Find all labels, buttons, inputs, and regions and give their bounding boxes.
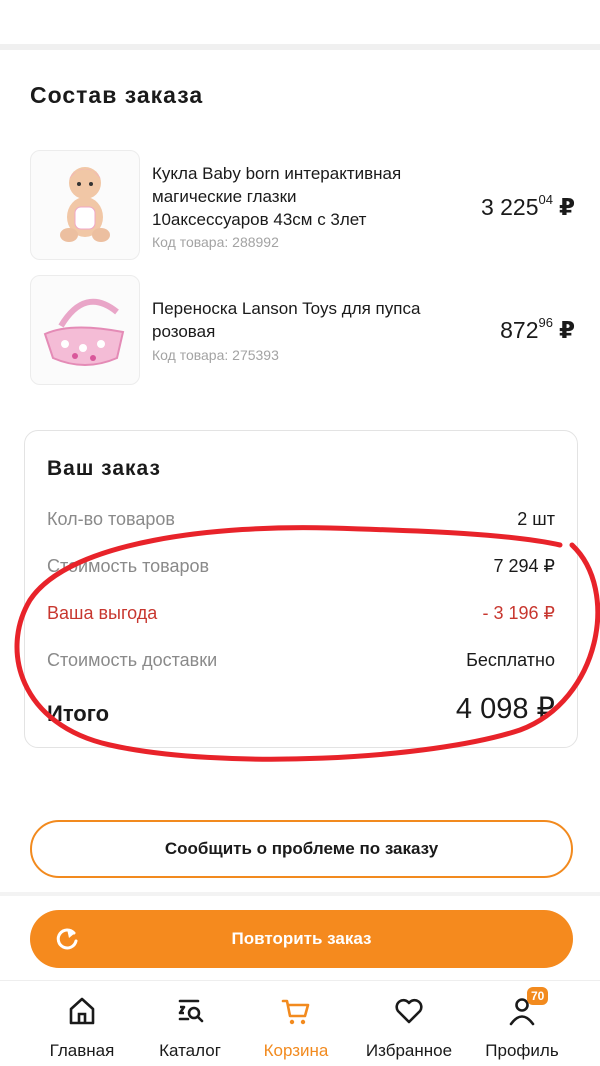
repeat-order-button[interactable]: Повторить заказ	[30, 910, 573, 968]
product-image[interactable]	[30, 275, 140, 385]
summary-label: Кол-во товаров	[47, 509, 175, 529]
summary-label: Стоимость доставки	[47, 650, 218, 670]
summary-title: Ваш заказ	[47, 457, 161, 480]
tab-label: Каталог	[159, 1041, 221, 1060]
summary-value: Бесплатно	[466, 650, 555, 670]
heart-icon	[395, 998, 423, 1024]
total-value: 4 098 ₽	[455, 693, 555, 725]
report-problem-button[interactable]: Сообщить о проблеме по заказу	[30, 820, 573, 878]
home-icon	[69, 997, 95, 1025]
summary-row-benefit: Ваша выгода - 3 196 ₽	[47, 603, 555, 633]
carrier-image	[43, 298, 125, 366]
product-price: 87296 ₽	[500, 315, 575, 343]
cart-icon	[281, 999, 310, 1025]
order-item[interactable]: Кукла Baby born интерактивная магические…	[30, 150, 575, 260]
summary-row-items-cost: Стоимость товаров 7 294 ₽	[47, 556, 555, 586]
bottom-tab-bar: Главная Каталог Корзина Избранное 70 Про…	[0, 980, 600, 1066]
tab-favorites[interactable]: Избранное	[349, 981, 469, 1066]
tab-profile[interactable]: 70 Профиль	[462, 981, 582, 1066]
tab-label: Профиль	[485, 1041, 559, 1060]
tab-label: Избранное	[365, 1041, 453, 1060]
repeat-order-label: Повторить заказ	[231, 929, 372, 948]
product-code: Код товара: 288992	[152, 234, 279, 250]
tab-catalog[interactable]: Каталог	[130, 981, 250, 1066]
catalog-icon	[178, 999, 204, 1023]
product-name[interactable]: Кукла Baby born интерактивная магические…	[152, 162, 401, 231]
report-problem-label: Сообщить о проблеме по заказу	[164, 839, 439, 858]
summary-row-total: Итого 4 098 ₽	[47, 693, 555, 726]
order-summary-card: Ваш заказ Кол-во товаров 2 шт Стоимость …	[24, 430, 578, 748]
refresh-icon	[56, 928, 78, 950]
tab-home[interactable]: Главная	[22, 981, 142, 1066]
summary-label: Ваша выгода	[47, 603, 158, 623]
summary-value: 2 шт	[517, 509, 555, 529]
product-image[interactable]	[30, 150, 140, 260]
total-label: Итого	[47, 701, 110, 726]
summary-row-quantity: Кол-во товаров 2 шт	[47, 509, 555, 539]
product-price: 3 22504 ₽	[480, 192, 575, 220]
tab-cart[interactable]: Корзина	[236, 981, 356, 1066]
summary-row-delivery: Стоимость доставки Бесплатно	[47, 650, 555, 680]
product-code: Код товара: 275393	[152, 347, 279, 363]
order-item[interactable]: Переноска Lanson Toys для пупса розовая …	[30, 275, 575, 385]
summary-value: 7 294 ₽	[493, 556, 556, 576]
section-title: Состав заказа	[30, 82, 204, 108]
doll-image	[60, 167, 110, 242]
profile-badge: 70	[527, 987, 549, 1005]
tab-label: Главная	[49, 1041, 115, 1060]
tab-label: Корзина	[263, 1041, 329, 1060]
summary-value: - 3 196 ₽	[482, 603, 556, 623]
summary-label: Стоимость товаров	[47, 556, 210, 576]
product-name[interactable]: Переноска Lanson Toys для пупса розовая	[152, 297, 420, 343]
section-divider	[0, 892, 600, 896]
top-divider	[0, 44, 600, 50]
